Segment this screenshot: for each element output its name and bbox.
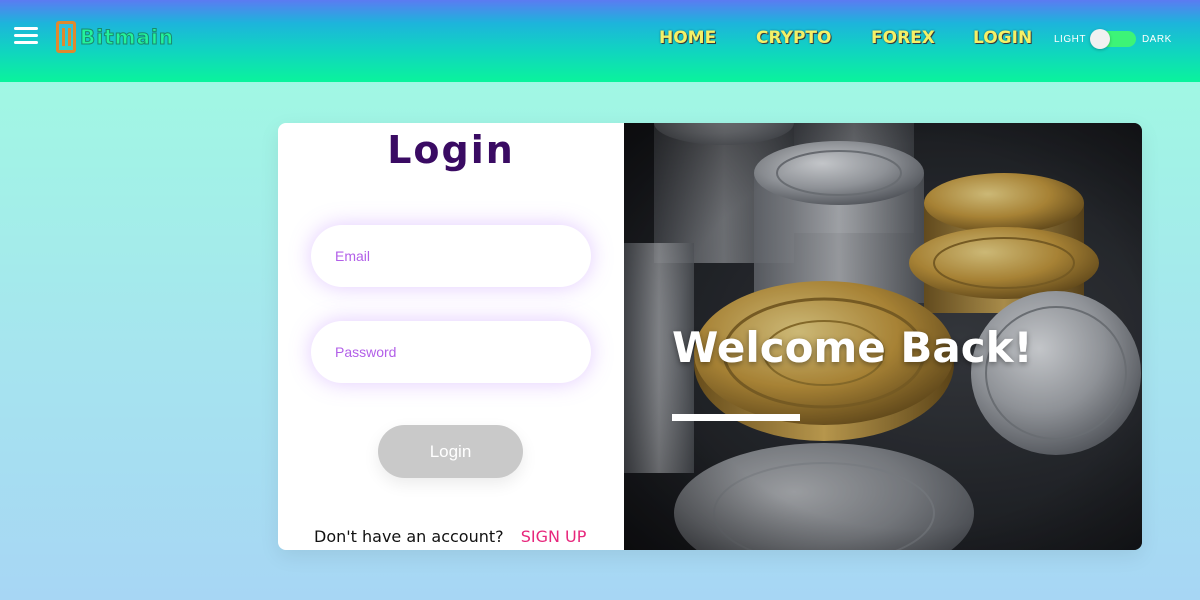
theme-light-label: LIGHT — [1054, 33, 1086, 45]
login-card: Login Login Don't have an account? SIGN … — [278, 123, 1142, 550]
login-button[interactable]: Login — [378, 425, 523, 478]
theme-dark-label: DARK — [1141, 33, 1172, 45]
nav-home[interactable]: HOME — [659, 28, 716, 48]
nav-forex[interactable]: FOREX — [871, 28, 935, 48]
logo[interactable]: Bitmain — [56, 19, 174, 55]
hamburger-menu-icon[interactable] — [14, 27, 38, 45]
toggle-knob — [1089, 29, 1110, 49]
welcome-underline — [672, 414, 800, 421]
no-account-text: Don't have an account? — [314, 527, 504, 546]
theme-toggle[interactable] — [1089, 29, 1136, 49]
logo-text: Bitmain — [79, 25, 175, 50]
login-title: Login — [387, 128, 515, 172]
welcome-heading: Welcome Back! — [672, 323, 1033, 372]
nav-crypto[interactable]: CRYPTO — [756, 28, 831, 48]
theme-switch: LIGHT DARK — [1054, 29, 1172, 49]
logo-icon — [56, 21, 76, 53]
signup-link[interactable]: SIGN UP — [521, 527, 587, 546]
top-navbar: Bitmain HOME CRYPTO FOREX LOGIN LIGHT DA… — [0, 0, 1200, 82]
hero-image-panel: Welcome Back! — [624, 123, 1142, 550]
password-input[interactable] — [311, 321, 591, 383]
nav-login[interactable]: LOGIN — [973, 28, 1032, 48]
email-input[interactable] — [311, 225, 591, 287]
login-form-panel: Login Login Don't have an account? SIGN … — [278, 123, 624, 550]
signup-row: Don't have an account? SIGN UP — [314, 527, 586, 546]
